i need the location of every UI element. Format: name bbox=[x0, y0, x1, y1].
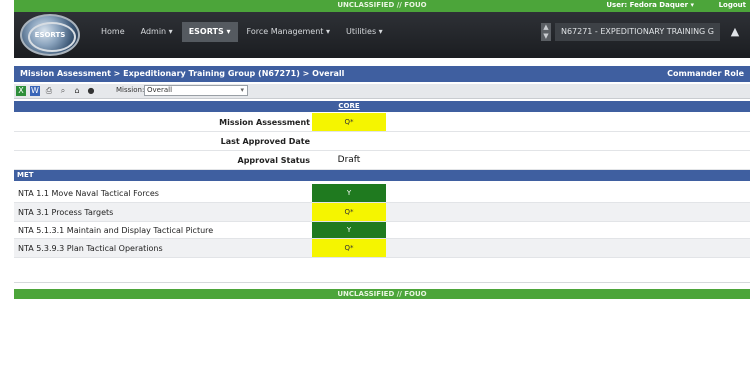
nav-admin[interactable]: Admin ▾ bbox=[134, 22, 180, 42]
chevron-down-icon: ▾ bbox=[240, 86, 244, 94]
excel-icon[interactable]: X bbox=[16, 86, 26, 96]
last-approved-date-label: Last Approved Date bbox=[220, 137, 310, 146]
mission-label: Mission: bbox=[116, 86, 145, 94]
met-section-header: MET bbox=[14, 170, 750, 181]
met-row: NTA 5.3.9.3 Plan Tactical Operations Q* bbox=[14, 239, 750, 258]
met-row-status[interactable]: Q* bbox=[312, 239, 386, 257]
role-label: Commander Role bbox=[667, 69, 744, 78]
user-icon[interactable]: ▲ bbox=[728, 25, 742, 39]
met-row-status[interactable]: Q* bbox=[312, 203, 386, 221]
user-menu[interactable]: User: Fedora Daquer ▾ bbox=[606, 1, 694, 9]
met-row: NTA 5.1.3.1 Maintain and Display Tactica… bbox=[14, 222, 750, 239]
breadcrumb-bar: Mission Assessment > Expeditionary Train… bbox=[14, 66, 750, 82]
mission-select[interactable]: Overall ▾ bbox=[144, 85, 248, 96]
nav-utilities[interactable]: Utilities ▾ bbox=[339, 22, 390, 42]
met-row: NTA 1.1 Move Naval Tactical Forces Y bbox=[14, 184, 750, 203]
logout-link[interactable]: Logout bbox=[719, 1, 746, 9]
core-header-label: CORE bbox=[338, 102, 360, 110]
mission-select-value: Overall bbox=[147, 86, 173, 94]
unit-selector[interactable]: ▲ ▼ N67271 - EXPEDITIONARY TRAINING G bbox=[540, 22, 720, 42]
mission-assessment-value[interactable]: Q* bbox=[312, 113, 386, 131]
met-row-status[interactable]: Y bbox=[312, 184, 386, 202]
classification-banner: UNCLASSIFIED // FOUO User: Fedora Daquer… bbox=[14, 0, 750, 12]
last-approved-date-value bbox=[312, 132, 386, 150]
content-divider bbox=[14, 282, 750, 283]
met-row-label: NTA 5.3.9.3 Plan Tactical Operations bbox=[18, 244, 163, 253]
app-window: UNCLASSIFIED // FOUO User: Fedora Daquer… bbox=[14, 0, 750, 374]
unit-value[interactable]: N67271 - EXPEDITIONARY TRAINING G bbox=[554, 23, 720, 41]
met-row-label: NTA 1.1 Move Naval Tactical Forces bbox=[18, 189, 159, 198]
logo-text: ESORTS bbox=[34, 31, 66, 39]
binoculars-icon[interactable]: ● bbox=[86, 86, 96, 96]
word-icon[interactable]: W bbox=[30, 86, 40, 96]
approval-status-label: Approval Status bbox=[237, 156, 311, 165]
nav-force-management[interactable]: Force Management ▾ bbox=[240, 22, 337, 42]
core-row: Last Approved Date bbox=[14, 132, 750, 151]
core-section-header: CORE bbox=[14, 101, 750, 112]
main-nav: Home Admin ▾ ESORTS ▾ Force Management ▾… bbox=[94, 22, 390, 42]
met-row-label: NTA 3.1 Process Targets bbox=[18, 208, 114, 217]
met-row: NTA 3.1 Process Targets Q* bbox=[14, 203, 750, 222]
esorts-logo[interactable]: ESORTS bbox=[20, 14, 80, 56]
search-icon[interactable]: ⌕ bbox=[58, 86, 68, 96]
toolbar: X W ⎙ ⌕ ⌂ ● Mission: Overall ▾ bbox=[14, 84, 750, 99]
approval-status-value: Draft bbox=[337, 155, 361, 165]
met-row-label: NTA 5.1.3.1 Maintain and Display Tactica… bbox=[18, 226, 214, 235]
core-row: Approval Status Draft bbox=[14, 151, 750, 170]
nav-home[interactable]: Home bbox=[94, 22, 132, 42]
nav-esorts[interactable]: ESORTS ▾ bbox=[181, 22, 238, 42]
met-header-label: MET bbox=[17, 171, 34, 179]
core-row: Mission Assessment Q* bbox=[14, 113, 750, 132]
unit-spinner[interactable]: ▲ ▼ bbox=[540, 23, 551, 41]
home-icon[interactable]: ⌂ bbox=[72, 86, 82, 96]
print-icon[interactable]: ⎙ bbox=[44, 86, 54, 96]
breadcrumb: Mission Assessment > Expeditionary Train… bbox=[20, 69, 345, 78]
app-header: ESORTS Home Admin ▾ ESORTS ▾ Force Manag… bbox=[14, 12, 750, 58]
met-row-status[interactable]: Y bbox=[312, 222, 386, 238]
classification-footer: UNCLASSIFIED // FOUO bbox=[14, 289, 750, 299]
mission-assessment-label: Mission Assessment bbox=[219, 118, 310, 127]
